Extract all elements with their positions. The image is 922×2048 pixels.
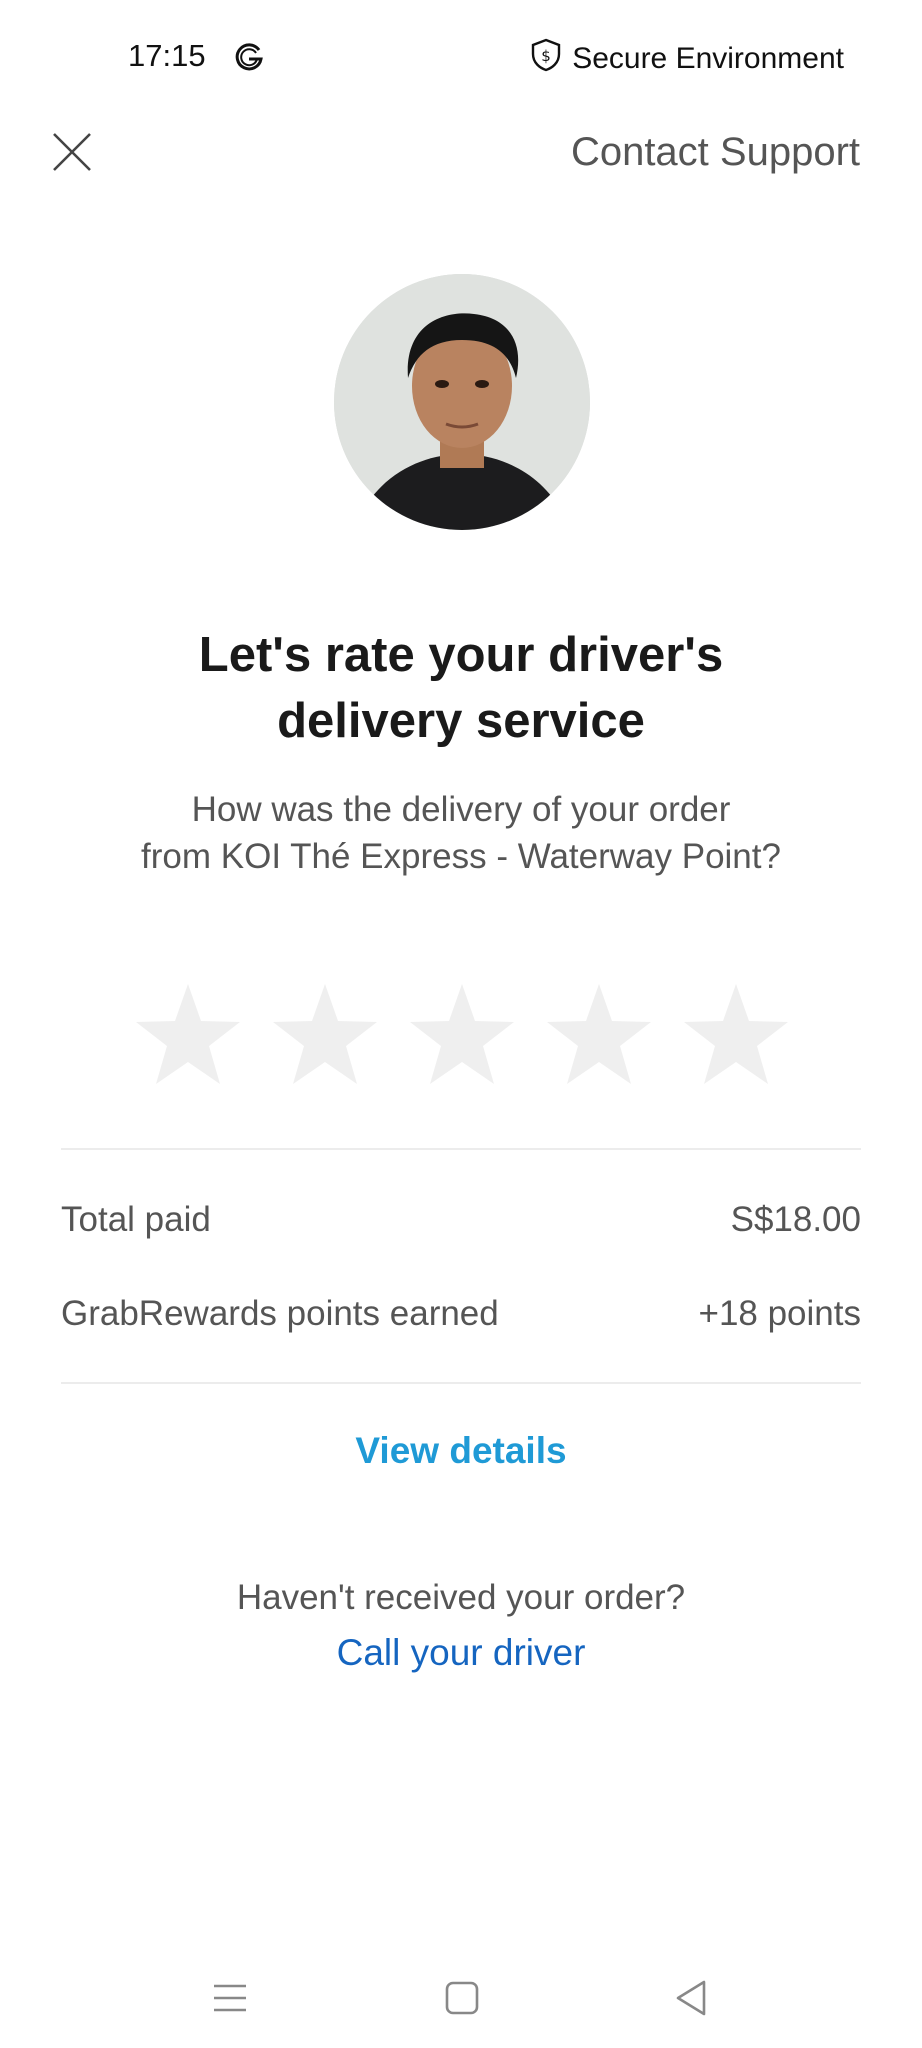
rating-screen: 17:15 $ Secure Environment Contact Suppo…: [0, 0, 922, 2048]
driver-avatar: [334, 274, 590, 530]
status-bar: 17:15 $ Secure Environment: [0, 0, 922, 120]
contact-support-link[interactable]: Contact Support: [571, 130, 860, 175]
system-nav-bar: [0, 1960, 922, 2048]
rating-title-line1: Let's rate your driver's: [198, 628, 724, 682]
divider: [61, 1148, 861, 1150]
view-details-link[interactable]: View details: [0, 1430, 922, 1472]
close-icon: [53, 133, 91, 171]
back-triangle-icon: [676, 1980, 706, 2016]
star-rating: [134, 982, 790, 1086]
points-earned-row: GrabRewards points earned +18 points: [61, 1294, 861, 1334]
call-driver-link[interactable]: Call your driver: [0, 1632, 922, 1674]
star-icon: [684, 984, 788, 1084]
menu-icon: [214, 1984, 246, 2012]
status-time: 17:15: [128, 38, 206, 73]
rating-title: Let's rate your driver's delivery servic…: [0, 622, 922, 754]
star-4-button[interactable]: [545, 982, 653, 1086]
home-square-icon: [445, 1981, 479, 2015]
not-received-text: Haven't received your order?: [236, 1578, 686, 1617]
star-5-button[interactable]: [682, 982, 790, 1086]
rating-subtitle: How was the delivery of your order from …: [0, 786, 922, 880]
total-paid-row: Total paid S$18.00: [61, 1200, 861, 1240]
divider: [61, 1382, 861, 1384]
star-icon: [410, 984, 514, 1084]
home-button[interactable]: [440, 1976, 484, 2020]
points-earned-value: +18 points: [698, 1294, 862, 1333]
star-1-button[interactable]: [134, 982, 242, 1086]
secure-environment-label: Secure Environment: [572, 42, 844, 75]
star-3-button[interactable]: [408, 982, 516, 1086]
close-button[interactable]: [48, 128, 96, 176]
star-2-button[interactable]: [271, 982, 379, 1086]
rating-subtitle-line2: from KOI Thé Express - Waterway Point?: [141, 837, 781, 876]
secure-environment-indicator: $ Secure Environment: [530, 38, 844, 80]
rating-title-line2: delivery service: [277, 694, 645, 748]
star-icon: [136, 984, 240, 1084]
svg-text:$: $: [541, 47, 551, 65]
total-paid-label: Total paid: [61, 1200, 211, 1239]
total-paid-value: S$18.00: [730, 1200, 861, 1239]
star-icon: [273, 984, 377, 1084]
dollar-shield-icon: $: [530, 38, 562, 80]
points-earned-label: GrabRewards points earned: [61, 1294, 499, 1333]
menu-button[interactable]: [208, 1976, 252, 2020]
back-button[interactable]: [670, 1976, 714, 2020]
google-icon: [232, 40, 266, 74]
rating-subtitle-line1: How was the delivery of your order: [191, 790, 731, 829]
star-icon: [547, 984, 651, 1084]
